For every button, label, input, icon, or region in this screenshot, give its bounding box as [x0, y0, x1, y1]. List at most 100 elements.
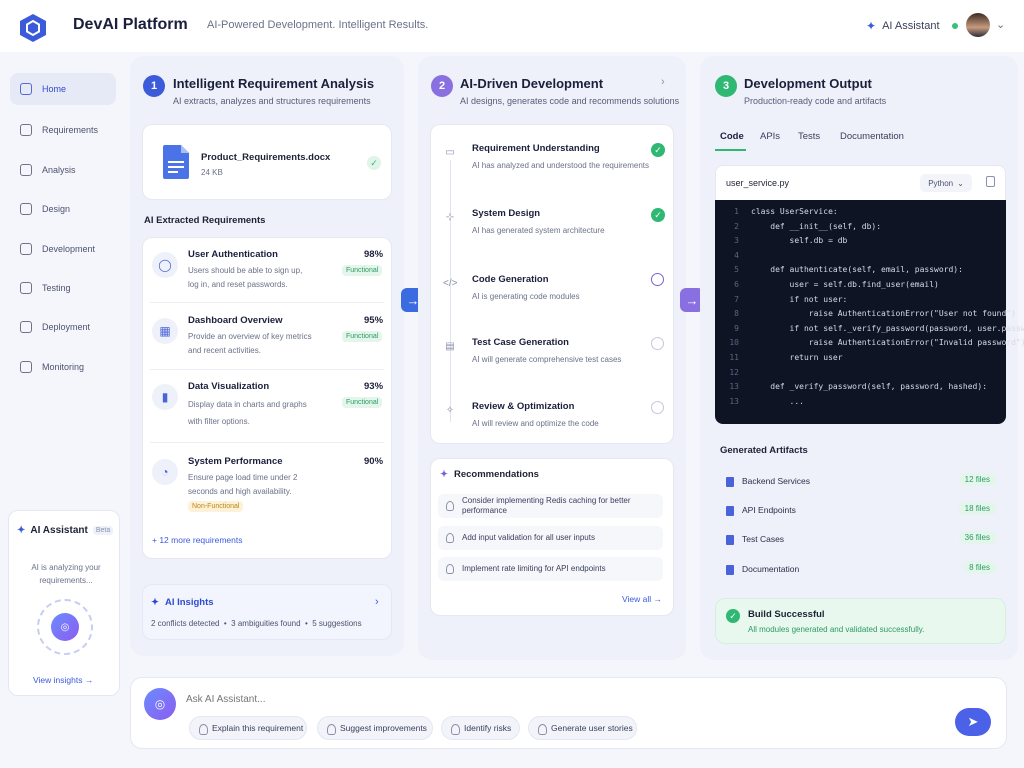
artifact-name: Documentation — [742, 564, 800, 574]
tab-tests[interactable]: Tests — [798, 131, 820, 142]
artifact-row[interactable]: API Endpoints 18 files — [726, 502, 996, 516]
network-icon: ⊹ — [445, 212, 455, 223]
recommendations-header: ✦ Recommendations — [440, 469, 539, 480]
upload-success-check-icon: ✓ — [367, 156, 381, 170]
devai-logo-icon[interactable] — [19, 13, 47, 43]
ai-assistant-header-button[interactable]: ✦ AI Assistant — [866, 19, 958, 33]
brain-icon: ◎ — [51, 613, 79, 641]
ask-ai-input[interactable] — [186, 690, 926, 708]
sidebar-item-monitoring[interactable]: Monitoring — [10, 351, 116, 383]
requirement-type-tag: Functional — [342, 265, 383, 276]
more-requirements-link[interactable]: + 12 more requirements — [152, 535, 242, 545]
suggestion-chip[interactable]: Explain this requirement — [189, 716, 307, 740]
ai-insights-card[interactable]: ✦ AI Insights › 2 conflicts detected • 3 … — [142, 584, 392, 640]
code-line: 13 ... — [729, 396, 804, 406]
build-status-card: ✓ Build Successful All modules generated… — [715, 598, 1006, 644]
requirement-title[interactable]: Data Visualization — [188, 381, 269, 392]
suggestion-chip[interactable]: Suggest improvements — [317, 716, 433, 740]
code-line: 8 raise AuthenticationError("User not fo… — [734, 309, 1016, 319]
ai-insights-summary: 2 conflicts detected • 3 ambiguities fou… — [151, 619, 362, 628]
code-line: 3 self.db = db — [734, 236, 848, 246]
code-editor[interactable]: 1 class UserService: 2 def __init__(self,… — [715, 200, 1024, 424]
tab-code[interactable]: Code — [720, 131, 744, 142]
recommendation-item[interactable]: Implement rate limiting for API endpoint… — [438, 557, 663, 581]
requirement-desc: Users should be able to sign up, log in, … — [188, 264, 302, 292]
confidence-score: 93% — [364, 381, 384, 392]
artifact-row[interactable]: Documentation 8 files — [726, 561, 996, 575]
requirement-desc: Display data in charts and graphs with fi… — [188, 396, 307, 430]
sidebar-item-development[interactable]: Development — [10, 233, 116, 265]
user-avatar[interactable] — [966, 13, 990, 37]
requirement-title[interactable]: User Authentication — [188, 249, 278, 260]
step-complete-check-icon: ✓ — [651, 208, 665, 222]
file-icon — [726, 534, 734, 545]
code-line: 6 user = self.db.find_user(email) — [734, 280, 939, 289]
tab-documentation[interactable]: Documentation — [840, 131, 904, 142]
gauge-icon: ◔ — [152, 459, 178, 485]
step-title[interactable]: Test Case Generation — [472, 337, 569, 348]
artifact-row[interactable]: Test Cases 36 files — [726, 531, 996, 545]
code-line: 4 — [734, 250, 739, 260]
ai-insights-title: AI Insights — [164, 597, 214, 608]
sparkle-icon: ✦ — [151, 597, 159, 608]
code-text: class UserService: — [751, 207, 838, 216]
language-select[interactable]: Python ⌄ — [920, 174, 972, 192]
code-text: ... — [751, 396, 804, 406]
sidebar-item-label: Testing — [42, 283, 71, 293]
artifact-name: Backend Services — [742, 476, 811, 486]
recommendation-item[interactable]: Add input validation for all user inputs — [438, 526, 663, 550]
view-all-link[interactable]: View all → — [622, 594, 662, 604]
recommendations-title: Recommendations — [453, 469, 539, 480]
chevron-down-icon[interactable]: ⌄ — [996, 18, 1005, 31]
suggestion-chip[interactable]: Generate user stories — [528, 716, 637, 740]
active-tab-indicator — [715, 149, 746, 151]
chevron-right-icon[interactable]: › — [375, 596, 379, 608]
file-name: Product_Requirements.docx — [201, 152, 331, 163]
code-line: 5 def authenticate(self, email, password… — [734, 265, 963, 275]
artifact-name: Test Cases — [742, 534, 785, 544]
code-line: 10 raise AuthenticationError("Invalid pa… — [729, 338, 1024, 348]
copy-icon[interactable] — [986, 176, 995, 187]
chevron-right-icon[interactable]: › — [661, 76, 665, 88]
sidebar-item-analysis[interactable]: Analysis — [10, 154, 116, 186]
code-line: 7 if not user: — [734, 294, 848, 304]
requirement-desc-line: log in, and reset passwords. — [188, 280, 288, 289]
code-text: raise AuthenticationError("Invalid passw… — [751, 338, 1024, 348]
step-title[interactable]: Requirement Understanding — [472, 143, 600, 154]
requirement-desc-line: seconds and high availability. — [188, 487, 292, 496]
sidebar-item-home[interactable]: Home — [10, 73, 116, 105]
book-icon: ▭ — [445, 147, 455, 158]
step-title[interactable]: System Design — [472, 208, 540, 219]
recommendation-item[interactable]: Consider implementing Redis caching for … — [438, 494, 663, 518]
ai-card-header: ✦ AI Assistant Beta — [17, 525, 114, 536]
send-button[interactable]: ➤ — [955, 708, 991, 736]
view-insights-link[interactable]: View insights → — [33, 675, 93, 685]
code-text: def __init__(self, db): — [751, 221, 882, 231]
uploaded-file-card[interactable]: Product_Requirements.docx 24 KB ✓ — [142, 124, 392, 200]
step-title[interactable]: Review & Optimization — [472, 401, 574, 412]
divider — [150, 369, 384, 370]
divider — [150, 302, 384, 303]
requirement-type-tag: Functional — [342, 331, 383, 342]
suggestion-chip[interactable]: Identify risks — [441, 716, 520, 740]
tab-apis[interactable]: APIs — [760, 131, 780, 142]
code-icon — [20, 243, 32, 255]
sidebar-item-deployment[interactable]: Deployment — [10, 311, 116, 343]
requirement-title[interactable]: System Performance — [188, 456, 283, 467]
step-2-badge: 2 — [431, 75, 453, 97]
code-text: if not user: — [751, 294, 848, 304]
sidebar-item-requirements[interactable]: Requirements — [10, 114, 116, 146]
requirement-type-tag: Functional — [342, 397, 383, 408]
step-title[interactable]: Code Generation — [472, 274, 549, 285]
test-icon — [20, 282, 32, 294]
requirement-title[interactable]: Dashboard Overview — [188, 315, 283, 326]
code-text: def authenticate(self, email, password): — [751, 265, 963, 275]
sidebar-item-testing[interactable]: Testing — [10, 272, 116, 304]
online-status-dot — [951, 23, 958, 29]
docx-file-icon — [163, 145, 189, 179]
artifact-row[interactable]: Backend Services 12 files — [726, 473, 996, 487]
sidebar-item-design[interactable]: Design — [10, 193, 116, 225]
dashboard-icon: ▦ — [152, 318, 178, 344]
step-pending-icon — [651, 401, 664, 414]
divider — [150, 442, 384, 443]
